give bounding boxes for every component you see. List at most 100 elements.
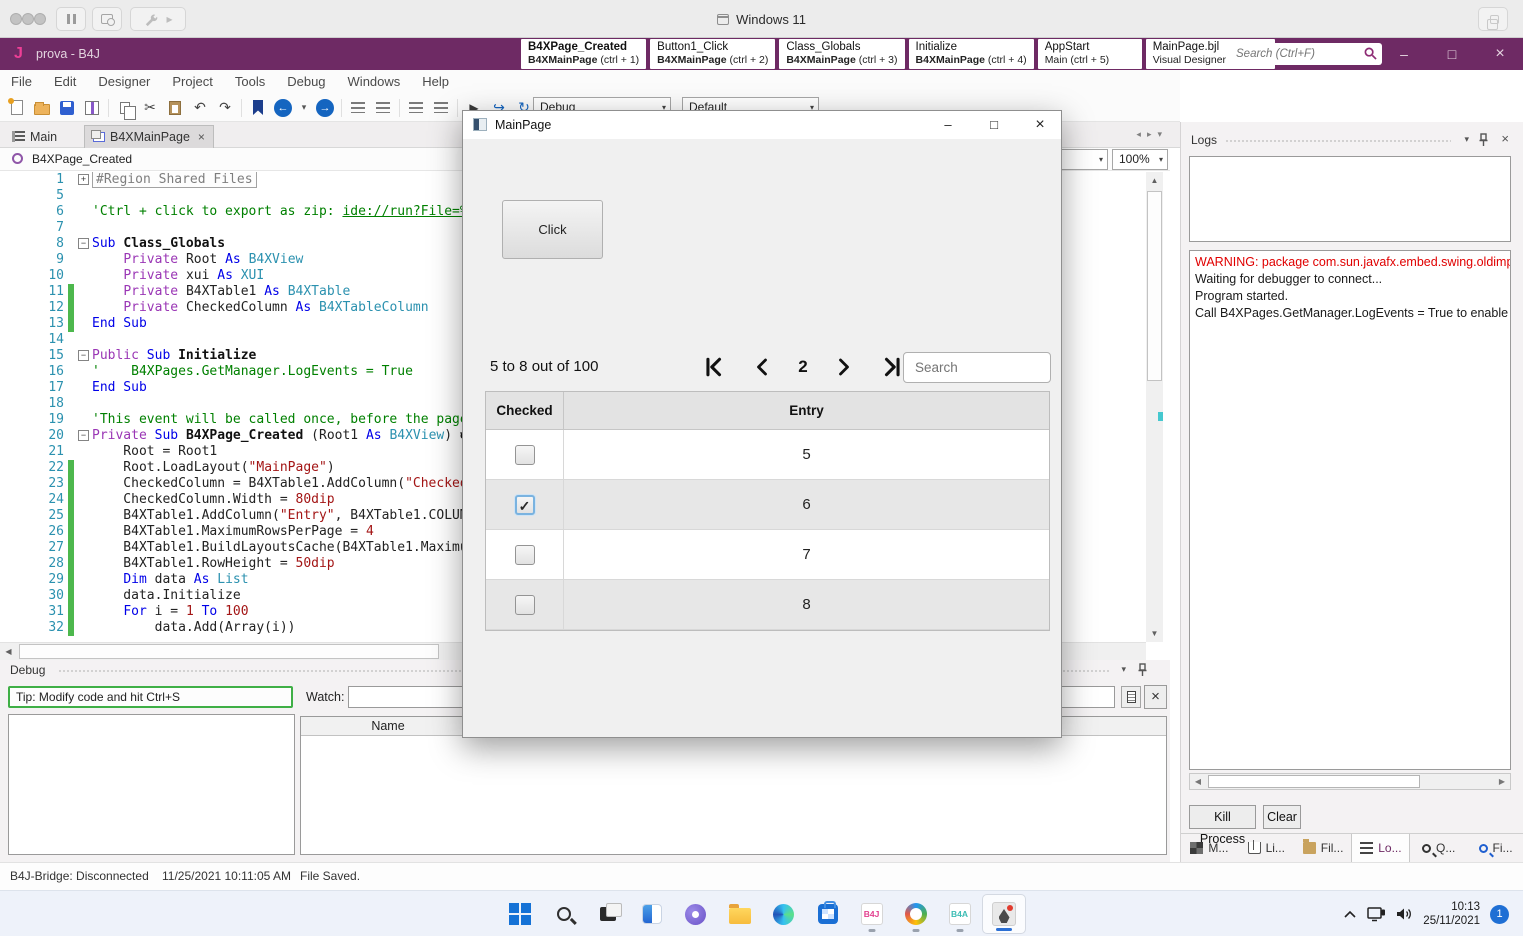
quick-tab-appstart[interactable]: AppStart Main (ctrl + 5) [1037, 39, 1142, 69]
navigate-forward-button[interactable]: → [316, 98, 334, 118]
scroll-left-icon[interactable]: ◀ [1190, 774, 1206, 789]
export-button[interactable] [83, 98, 101, 118]
pane-tab-li[interactable]: Li... [1238, 834, 1295, 862]
logs-output[interactable]: WARNING: package com.sun.javafx.embed.sw… [1189, 250, 1511, 770]
volume-button[interactable] [1396, 907, 1413, 921]
scroll-left-icon[interactable]: ◂ [1136, 129, 1147, 139]
last-page-button[interactable] [881, 356, 903, 378]
fold-marker-icon[interactable]: − [78, 430, 89, 441]
window-maximize-button[interactable]: □ [977, 111, 1011, 139]
java-app-button[interactable] [981, 894, 1026, 934]
mainpage-titlebar[interactable]: MainPage – □ × [463, 111, 1061, 139]
menu-debug[interactable]: Debug [276, 70, 336, 94]
next-page-button[interactable] [834, 356, 854, 378]
redo-button[interactable]: ↷ [216, 98, 234, 118]
network-button[interactable] [1367, 906, 1386, 922]
evaluate-button[interactable] [1121, 686, 1141, 708]
close-tab-icon[interactable]: × [198, 130, 205, 144]
tray-chevron-button[interactable] [1343, 909, 1357, 920]
menu-help[interactable]: Help [411, 70, 460, 94]
scroll-right-icon[interactable]: ▸ [1147, 129, 1158, 139]
start-button[interactable] [498, 894, 542, 934]
b4x-app-button[interactable] [894, 894, 938, 934]
open-project-button[interactable] [33, 98, 51, 118]
panel-drag-handle[interactable] [1225, 139, 1451, 144]
indent-button[interactable] [432, 98, 450, 118]
click-button[interactable]: Click [502, 200, 603, 259]
scroll-right-icon[interactable]: ▶ [1494, 774, 1510, 789]
table-search-input[interactable] [913, 357, 1043, 378]
taskbar-clock[interactable]: 10:13 25/11/2021 [1423, 900, 1480, 928]
copy-button[interactable] [116, 98, 136, 120]
pin-icon[interactable] [1478, 133, 1489, 147]
fold-marker-icon[interactable]: − [78, 238, 89, 249]
fold-marker-icon[interactable]: − [78, 350, 89, 361]
scrollbar-thumb[interactable] [19, 644, 439, 659]
widgets-button[interactable] [630, 894, 674, 934]
app-close-button[interactable]: × [1485, 38, 1515, 70]
window-minimize-button[interactable]: – [931, 111, 965, 139]
uncomment-button[interactable] [374, 98, 392, 118]
tab-scroll-controls[interactable]: ◂▸▾ [1136, 129, 1168, 140]
outdent-button[interactable] [407, 98, 425, 118]
logs-scrollbar[interactable]: ◀ ▶ [1189, 773, 1511, 790]
scroll-up-icon[interactable]: ▲ [1146, 172, 1163, 189]
menu-designer[interactable]: Designer [87, 70, 161, 94]
taskbar-search-button[interactable] [542, 894, 586, 934]
app-maximize-button[interactable]: □ [1437, 38, 1467, 70]
navigate-back-dropdown[interactable]: ▾ [299, 98, 309, 118]
app-minimize-button[interactable]: – [1389, 38, 1419, 70]
menu-file[interactable]: File [0, 70, 43, 94]
scrollbar-thumb[interactable] [1208, 775, 1420, 788]
tab-list-icon[interactable]: ▾ [1157, 129, 1168, 139]
menu-tools[interactable]: Tools [224, 70, 276, 94]
quick-tab-button1_click[interactable]: Button1_Click B4XMainPage (ctrl + 2) [650, 39, 776, 69]
file-explorer-button[interactable] [718, 894, 762, 934]
b4a-app-button[interactable]: B4A [938, 894, 982, 934]
pane-tab-lo[interactable]: Lo... [1351, 834, 1411, 862]
row-checkbox[interactable] [514, 444, 535, 465]
quick-tab-b4xpage_created[interactable]: B4XPage_Created B4XMainPage (ctrl + 1) [521, 39, 647, 69]
cut-button[interactable]: ✂ [141, 98, 159, 118]
navigate-back-button[interactable]: ← [274, 98, 292, 118]
pane-tab-fil[interactable]: Fil... [1295, 834, 1352, 862]
scrollbar-thumb[interactable] [1147, 191, 1162, 381]
chat-button[interactable] [674, 894, 718, 934]
panel-menu-icon[interactable]: ▾ [1464, 134, 1469, 145]
vertical-scrollbar[interactable]: ▲ ▼ [1146, 172, 1163, 642]
store-button[interactable] [806, 894, 850, 934]
clear-logs-button[interactable]: Clear [1263, 805, 1301, 829]
scroll-down-icon[interactable]: ▼ [1146, 625, 1163, 642]
search-input[interactable] [1234, 44, 1354, 63]
scroll-left-icon[interactable]: ◀ [0, 644, 17, 659]
tab-main[interactable]: Main [4, 125, 65, 148]
close-panel-icon[interactable]: × [1501, 131, 1509, 146]
undo-button[interactable]: ↶ [191, 98, 209, 118]
menu-edit[interactable]: Edit [43, 70, 87, 94]
tab-b4xmainpage[interactable]: B4XMainPage × [84, 125, 214, 148]
pane-tab-m[interactable]: M... [1181, 834, 1238, 862]
panel-menu-icon[interactable]: ▾ [1121, 664, 1126, 675]
kill-process-button[interactable]: Kill Process [1189, 805, 1256, 846]
search-icon[interactable] [1364, 47, 1377, 60]
window-close-button[interactable]: × [1023, 111, 1057, 139]
zoom-select[interactable]: 100% ▾ [1112, 149, 1168, 170]
comment-button[interactable] [349, 98, 367, 118]
pane-tab-fi[interactable]: Fi... [1467, 834, 1523, 862]
new-project-button[interactable] [8, 98, 26, 118]
paste-button[interactable] [166, 98, 184, 118]
bookmark-button[interactable] [249, 98, 267, 118]
notification-badge[interactable]: 1 [1490, 904, 1509, 924]
task-view-button[interactable] [586, 894, 630, 934]
row-checkbox[interactable] [514, 594, 535, 615]
save-button[interactable] [58, 98, 76, 118]
row-checkbox[interactable]: ✓ [514, 494, 535, 515]
pane-tab-q[interactable]: Q... [1410, 834, 1467, 862]
pin-icon[interactable] [1137, 663, 1148, 677]
first-page-button[interactable] [703, 356, 725, 378]
menu-windows[interactable]: Windows [337, 70, 412, 94]
quick-tab-initialize[interactable]: Initialize B4XMainPage (ctrl + 4) [908, 39, 1034, 69]
fold-marker-icon[interactable]: + [78, 174, 89, 185]
previous-page-button[interactable] [752, 356, 772, 378]
menu-project[interactable]: Project [161, 70, 223, 94]
